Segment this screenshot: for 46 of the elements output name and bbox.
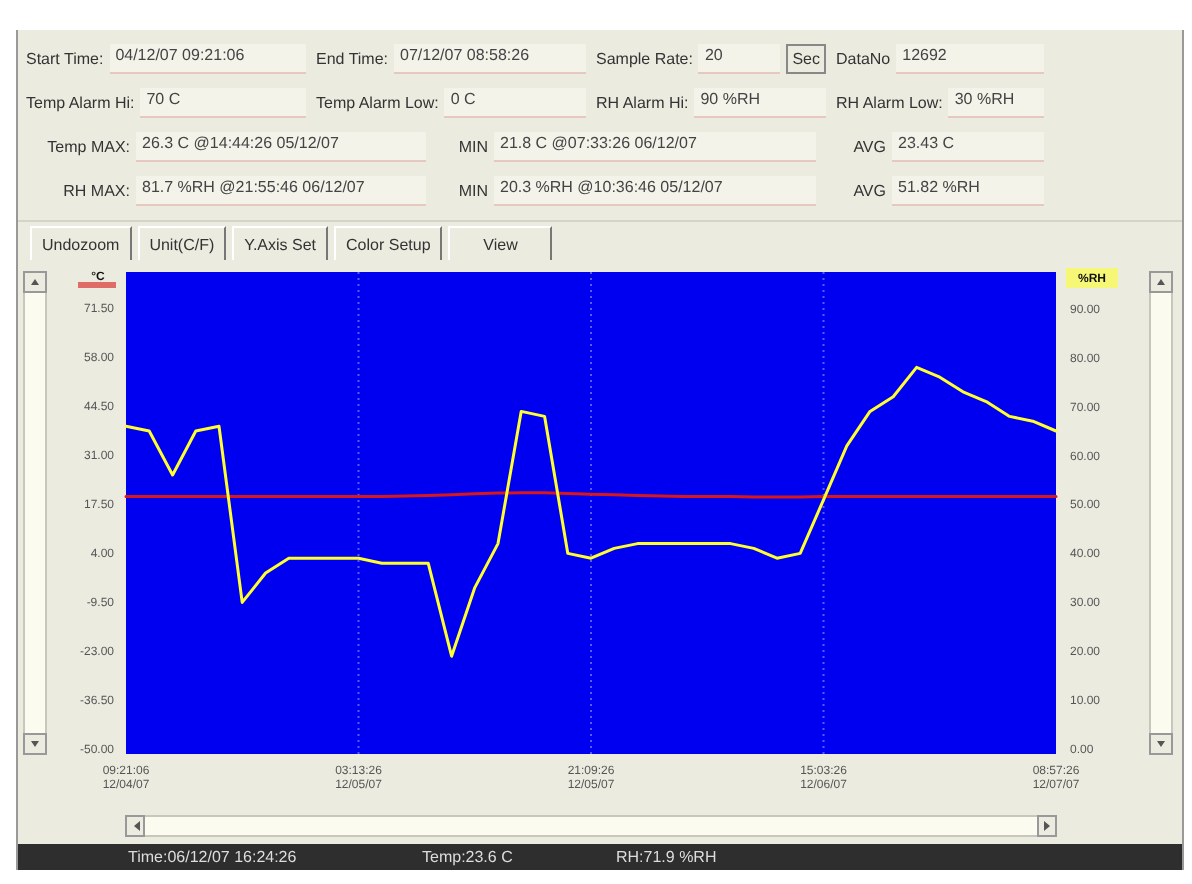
field-value: 20.3 %RH @10:36:46 05/12/07	[494, 175, 816, 205]
scrollbar[interactable]	[143, 815, 1039, 837]
scrollbar[interactable]	[23, 291, 47, 735]
toolbar-button[interactable]: Undozoom	[30, 226, 132, 260]
field-value: 90 %RH	[694, 87, 826, 117]
field-label: Temp Alarm Low:	[316, 93, 439, 111]
field-label: AVG	[851, 137, 886, 155]
field-label: AVG	[851, 181, 886, 199]
status-text: Time:06/12/07 16:24:26	[128, 848, 299, 866]
field-value: 07/12/07 08:58:26	[394, 43, 586, 73]
field-value: 30 %RH	[948, 87, 1044, 117]
field-value: 21.8 C @07:33:26 06/12/07	[494, 131, 816, 161]
scroll-arrow-button[interactable]	[1037, 815, 1057, 837]
field-label: Temp MAX:	[45, 137, 130, 155]
scrollbar[interactable]	[1149, 291, 1173, 735]
field-label: RH MAX:	[61, 181, 130, 199]
field-value: 23.43 C	[892, 131, 1044, 161]
scroll-arrow-button[interactable]	[23, 733, 47, 755]
field-label: Sample Rate:	[596, 49, 693, 67]
toolbar-button[interactable]: Unit(C/F)	[137, 226, 227, 260]
field-value: 81.7 %RH @21:55:46 06/12/07	[136, 175, 426, 205]
field-value: 51.82 %RH	[892, 175, 1044, 205]
field-label: RH Alarm Hi:	[596, 93, 689, 111]
field-label: Start Time:	[26, 49, 104, 67]
field-value: 12692	[896, 43, 1044, 73]
field-label: MIN	[456, 181, 488, 199]
toolbar-button[interactable]: Y.Axis Set	[232, 226, 329, 260]
status-text: Temp:23.6 C	[422, 848, 515, 866]
field-value: 70 C	[140, 87, 306, 117]
unit-button[interactable]: Sec	[786, 43, 826, 73]
scroll-arrow-button[interactable]	[23, 271, 47, 293]
field-label: End Time:	[316, 49, 389, 67]
scroll-arrow-button[interactable]	[1149, 733, 1173, 755]
scroll-arrow-button[interactable]	[1149, 271, 1173, 293]
status-text: RH:71.9 %RH	[616, 848, 717, 866]
scroll-arrow-button[interactable]	[125, 815, 145, 837]
toolbar-button[interactable]: View	[448, 226, 553, 260]
field-label: Temp Alarm Hi:	[26, 93, 135, 111]
field-value: 20	[698, 43, 781, 73]
field-label: RH Alarm Low:	[836, 93, 943, 111]
field-value: 04/12/07 09:21:06	[109, 43, 306, 73]
field-label: DataNo	[836, 49, 891, 67]
field-label: MIN	[456, 137, 488, 155]
field-value: 26.3 C @14:44:26 05/12/07	[136, 131, 426, 161]
field-value: 0 C	[444, 87, 586, 117]
toolbar-button[interactable]: Color Setup	[334, 226, 443, 260]
